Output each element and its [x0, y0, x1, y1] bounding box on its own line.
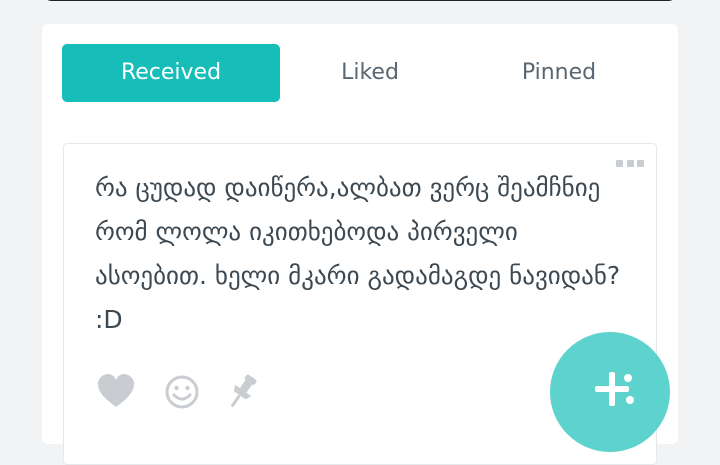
message-text: რა ცუდად დაიწერა,ალბათ ვერც შეამჩნიე რომ… [95, 173, 621, 334]
heart-icon [98, 374, 134, 407]
pin-button[interactable] [222, 372, 262, 412]
pushpin-icon [231, 374, 257, 408]
tab-bar: Received Liked Pinned [62, 44, 658, 102]
tab-received[interactable]: Received [62, 44, 280, 102]
dot [637, 159, 644, 167]
emoji-button[interactable] [162, 372, 202, 412]
smiley-icon [165, 375, 199, 409]
plus-share-icon [595, 372, 634, 406]
top-bar [42, 0, 678, 1]
tab-liked[interactable]: Liked [280, 44, 460, 102]
add-share-fab[interactable] [550, 332, 670, 452]
dot [626, 159, 634, 167]
tab-pinned[interactable]: Pinned [460, 44, 658, 102]
like-button[interactable] [96, 372, 136, 412]
